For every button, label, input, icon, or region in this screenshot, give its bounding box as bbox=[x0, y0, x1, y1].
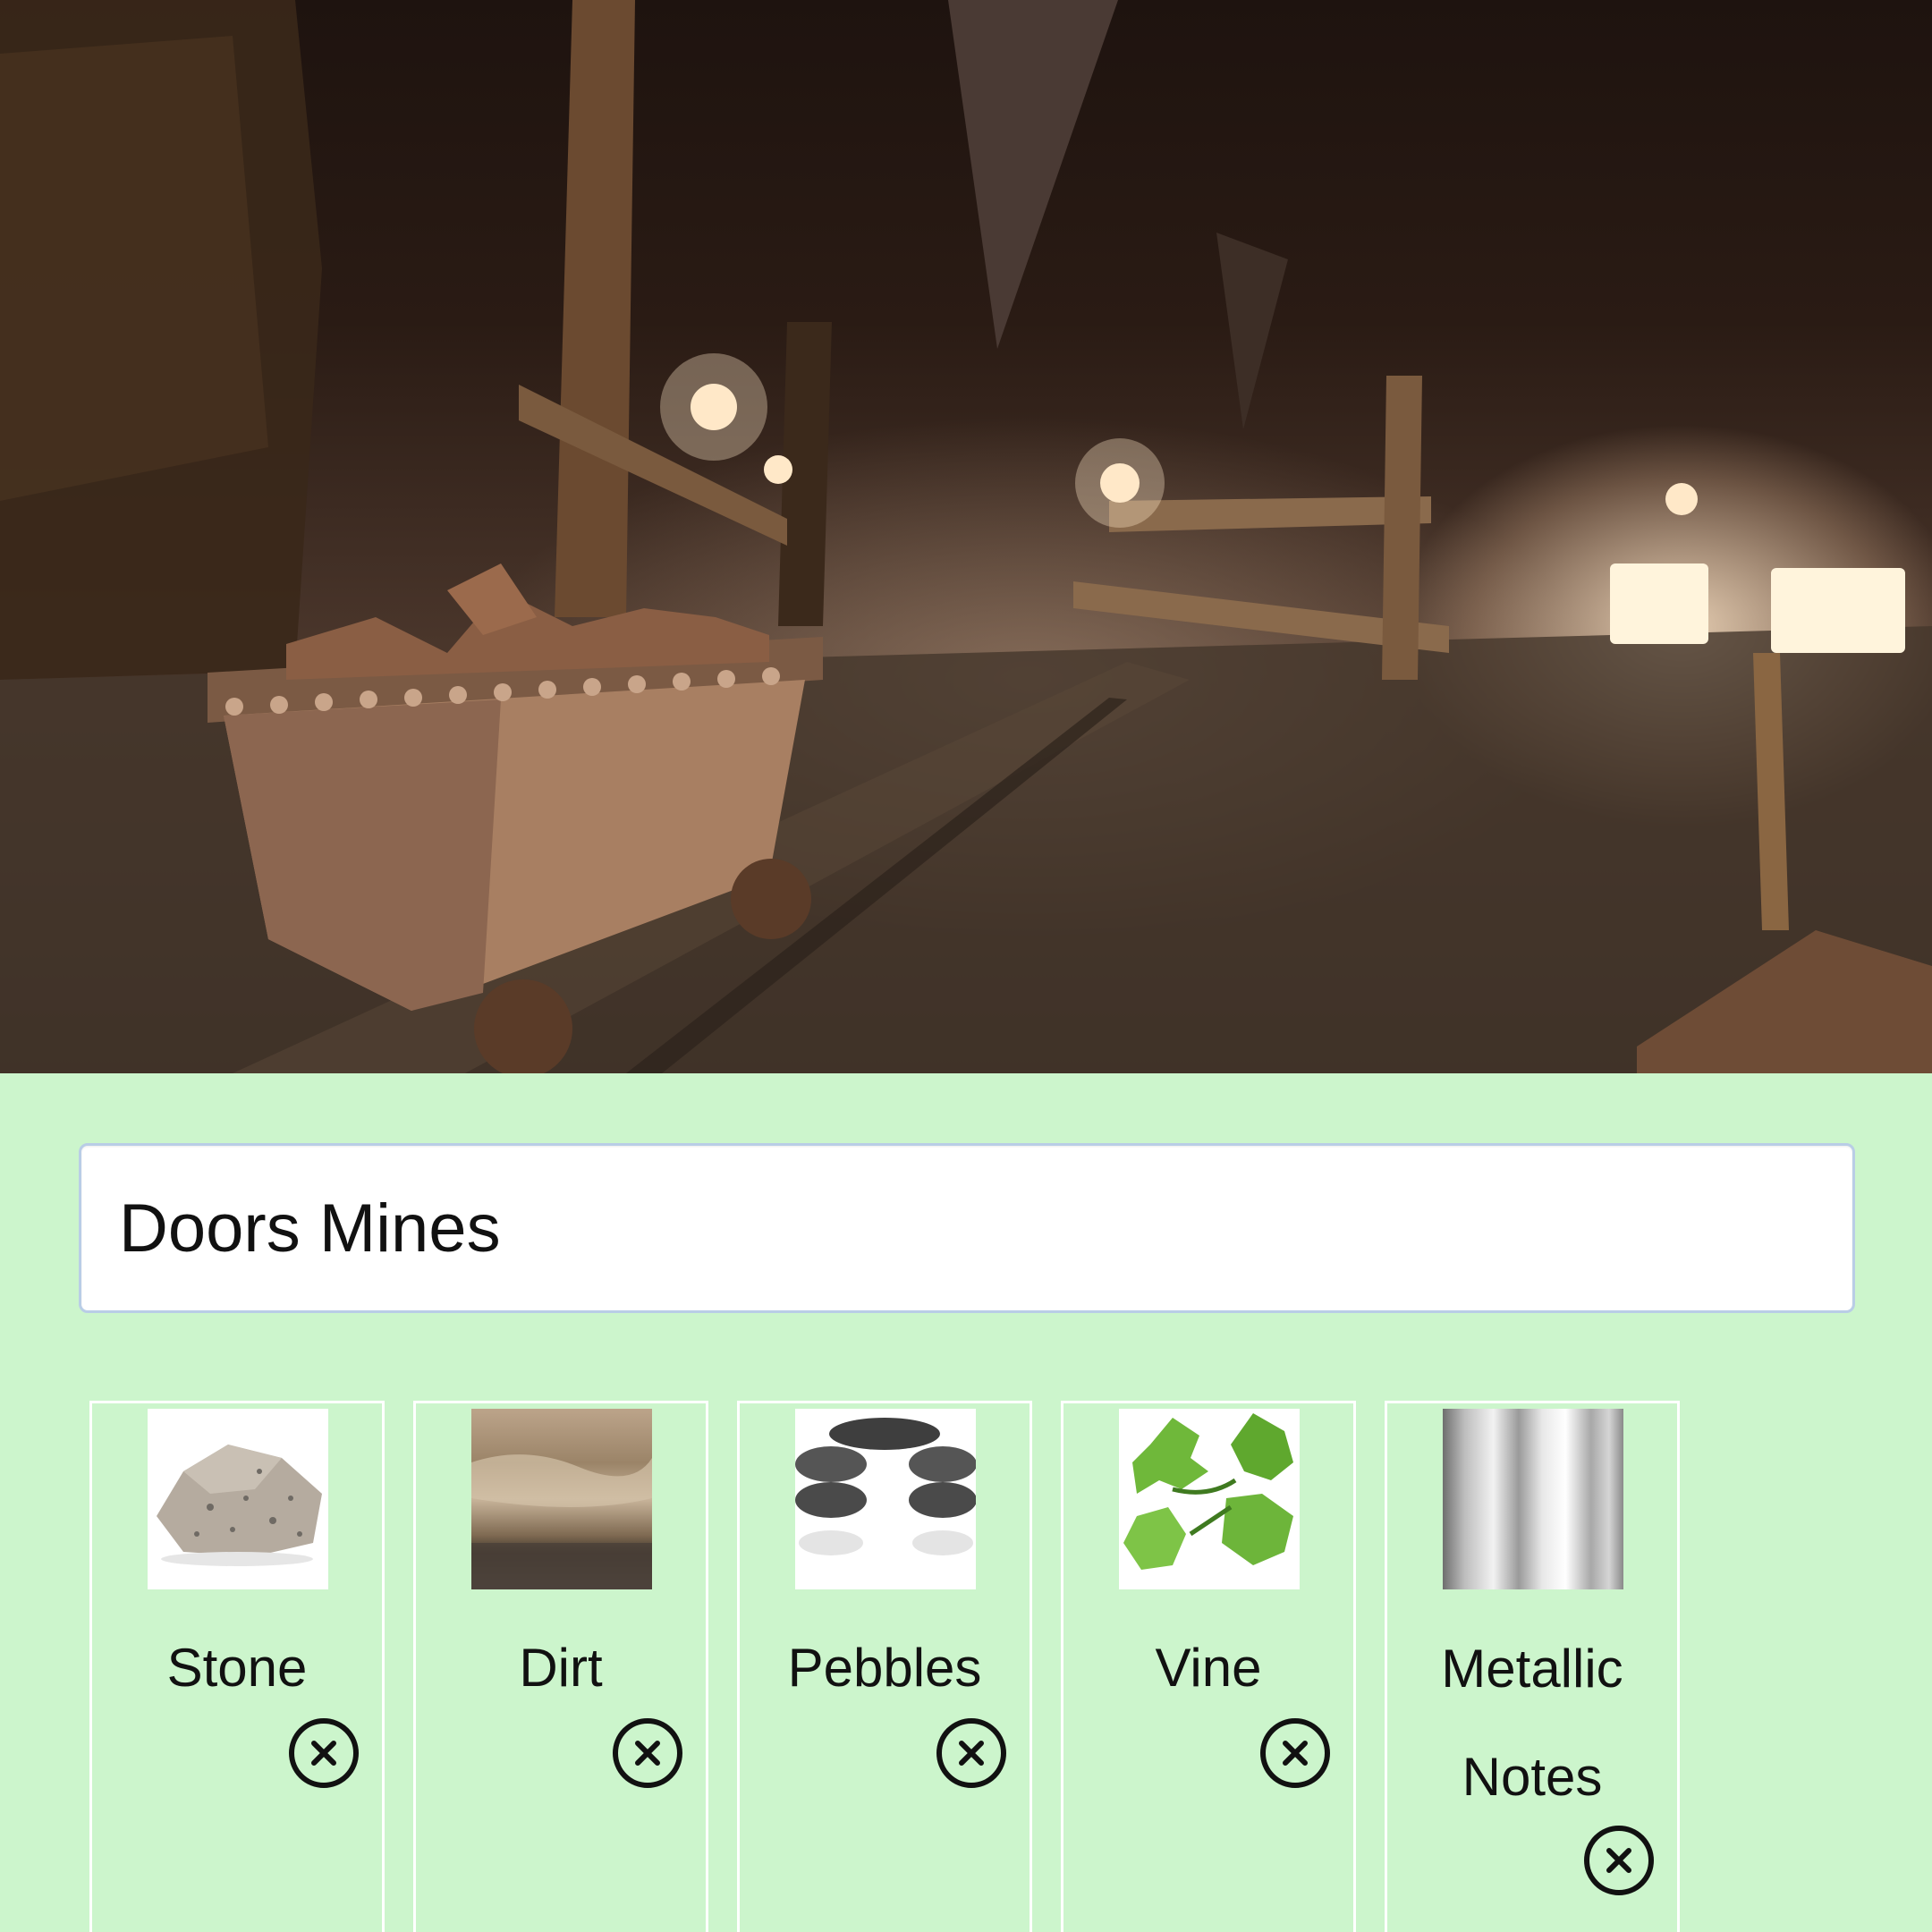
material-list: Stone Dirt Pebbles Vine Metallic Notes bbox=[89, 1401, 1878, 1932]
material-card-metallic-notes[interactable]: Metallic Notes bbox=[1385, 1401, 1680, 1932]
material-card-pebbles[interactable]: Pebbles bbox=[737, 1401, 1032, 1932]
metallic-texture-icon bbox=[1443, 1409, 1623, 1589]
material-card-stone[interactable]: Stone bbox=[89, 1401, 385, 1932]
material-label: Pebbles bbox=[787, 1638, 982, 1698]
title-input[interactable] bbox=[79, 1143, 1855, 1313]
remove-metallic-notes-button[interactable] bbox=[1584, 1826, 1654, 1895]
remove-dirt-button[interactable] bbox=[613, 1718, 682, 1788]
pebbles-texture-icon bbox=[795, 1409, 976, 1589]
material-card-vine[interactable]: Vine bbox=[1061, 1401, 1356, 1932]
close-circle-icon bbox=[635, 1741, 660, 1766]
close-circle-icon bbox=[1606, 1848, 1631, 1873]
material-label: Dirt bbox=[519, 1638, 603, 1698]
remove-pebbles-button[interactable] bbox=[936, 1718, 1006, 1788]
material-panel: Stone Dirt bbox=[0, 1073, 1932, 1932]
stone-texture-icon bbox=[148, 1409, 328, 1589]
remove-vine-button[interactable] bbox=[1260, 1718, 1330, 1788]
mine-scene-drawing bbox=[0, 0, 1932, 1073]
close-circle-icon bbox=[959, 1741, 984, 1766]
material-label: Metallic Notes bbox=[1441, 1639, 1623, 1807]
dirt-texture-icon bbox=[471, 1409, 652, 1589]
mine-scene-image bbox=[0, 0, 1932, 1073]
material-label: Stone bbox=[166, 1638, 308, 1698]
close-circle-icon bbox=[1283, 1741, 1308, 1766]
material-label: Vine bbox=[1155, 1638, 1262, 1698]
material-card-dirt[interactable]: Dirt bbox=[413, 1401, 708, 1932]
vine-texture-icon bbox=[1119, 1409, 1300, 1589]
remove-stone-button[interactable] bbox=[289, 1718, 359, 1788]
close-circle-icon bbox=[311, 1741, 336, 1766]
